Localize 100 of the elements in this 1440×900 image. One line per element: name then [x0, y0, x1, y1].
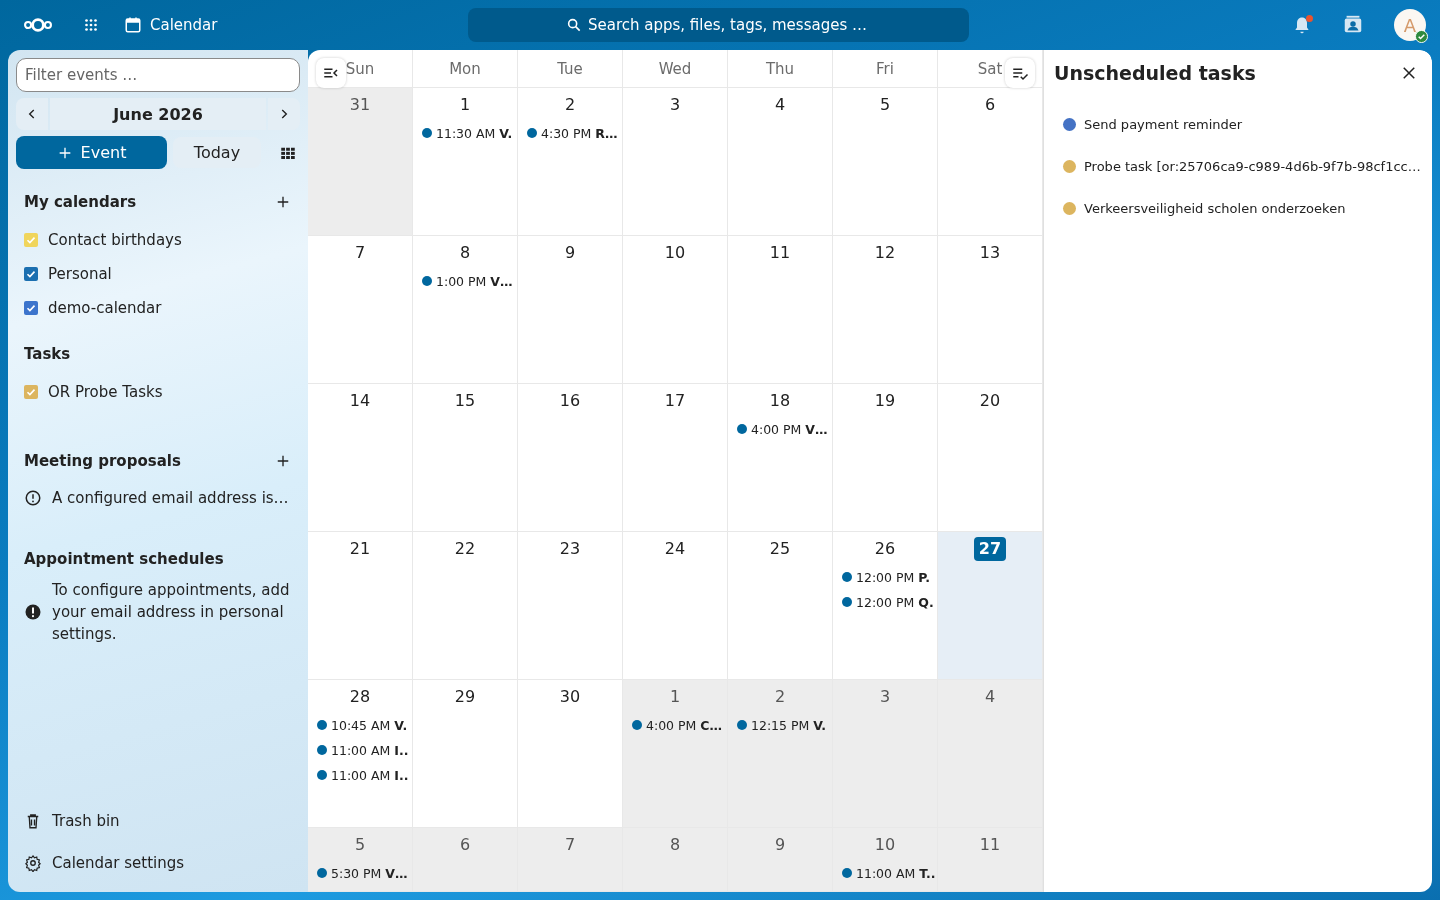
section-heading: Meeting proposals — [24, 452, 181, 470]
filter-events-field[interactable]: Filter events … — [16, 58, 300, 92]
day-cell[interactable]: 8 1:00 PM V… — [413, 236, 518, 384]
day-cell[interactable]: 15 — [413, 384, 518, 532]
day-number: 13 — [978, 242, 1002, 264]
day-number: 9 — [563, 242, 577, 264]
task-item[interactable]: Probe task [or:25706ca9-c989-4d6b-9f7b-98cf1cc… — [1084, 158, 1421, 174]
day-cell[interactable]: 18 4:00 PM V… — [728, 384, 833, 532]
app-grid-icon[interactable] — [82, 16, 100, 34]
day-cell[interactable]: 27 — [938, 532, 1043, 680]
panel-title: Unscheduled tasks — [1054, 62, 1256, 84]
close-icon[interactable] — [1400, 64, 1418, 82]
event-chip[interactable]: 5:30 PM V… — [317, 863, 412, 883]
day-cell[interactable]: 23 — [518, 532, 623, 680]
calendar-item[interactable]: Contact birthdays — [16, 223, 300, 257]
event-chip[interactable]: 11:00 AM T.. — [842, 863, 937, 883]
event-chip[interactable]: 12:15 PM V. — [737, 715, 832, 735]
day-cell[interactable]: 6 — [413, 828, 518, 892]
day-cell[interactable]: 31 — [308, 88, 413, 236]
day-cell[interactable]: 2 4:30 PM R… — [518, 88, 623, 236]
day-cell[interactable]: 10 11:00 AM T.. — [833, 828, 938, 892]
day-number: 2 — [773, 686, 787, 708]
day-number: 1 — [458, 94, 472, 116]
day-cell[interactable]: 1 4:00 PM C… — [623, 680, 728, 828]
day-cell[interactable]: 5 — [833, 88, 938, 236]
day-cell[interactable]: 4 — [728, 88, 833, 236]
day-number: 20 — [978, 390, 1002, 412]
day-cell[interactable]: 12 — [833, 236, 938, 384]
calendar-app-link[interactable]: Calendar — [124, 16, 218, 34]
day-cell[interactable]: 7 — [518, 828, 623, 892]
month-picker[interactable]: June 2026 — [50, 98, 266, 130]
day-number: 16 — [558, 390, 582, 412]
checkbox[interactable] — [24, 385, 38, 399]
day-number: 15 — [453, 390, 477, 412]
warning-icon — [24, 603, 42, 621]
day-cell[interactable]: 10 — [623, 236, 728, 384]
day-cell[interactable]: 19 — [833, 384, 938, 532]
day-cell[interactable]: 16 — [518, 384, 623, 532]
day-cell[interactable]: 5 5:30 PM V… — [308, 828, 413, 892]
toggle-sidebar-button[interactable] — [316, 58, 346, 88]
day-cell[interactable]: 3 — [833, 680, 938, 828]
event-chip[interactable]: 12:00 PM P. — [842, 567, 937, 587]
calendar-item[interactable]: Personal — [16, 257, 300, 291]
task-item[interactable]: Verkeersveiligheid scholen onderzoeken — [1084, 200, 1346, 216]
weekday-header: Tue — [518, 50, 623, 88]
day-cell[interactable]: 21 — [308, 532, 413, 680]
day-cell[interactable]: 11 — [728, 236, 833, 384]
checkbox[interactable] — [24, 267, 38, 281]
day-cell[interactable]: 9 — [728, 828, 833, 892]
day-cell[interactable]: 1 11:30 AM V. — [413, 88, 518, 236]
day-number: 4 — [773, 94, 787, 116]
event-chip[interactable]: 12:00 PM Q. — [842, 592, 937, 612]
new-event-button[interactable]: Event — [16, 136, 167, 169]
day-number: 11 — [768, 242, 792, 264]
day-cell[interactable]: 9 — [518, 236, 623, 384]
day-number: 7 — [563, 834, 577, 856]
checkbox[interactable] — [24, 233, 38, 247]
check-icon — [25, 268, 37, 280]
calendar-item[interactable]: demo-calendar — [16, 291, 300, 325]
day-cell[interactable]: 3 — [623, 88, 728, 236]
event-chip[interactable]: 10:45 AM V. — [317, 715, 412, 735]
day-number: 4 — [983, 686, 997, 708]
day-number: 24 — [663, 538, 687, 560]
task-item[interactable]: Send payment reminder — [1084, 116, 1243, 132]
section-heading: Tasks — [24, 345, 71, 363]
calendar-item[interactable]: OR Probe Tasks — [16, 375, 300, 409]
day-number: 31 — [348, 94, 372, 116]
notice-text: To configure appointments, add your email address in personal settings. — [52, 580, 291, 645]
event-chip[interactable]: 11:00 AM I.. — [317, 765, 412, 785]
day-cell[interactable]: 4 — [938, 680, 1043, 828]
event-chip[interactable]: 4:00 PM V… — [737, 419, 832, 439]
day-number: 5 — [353, 834, 367, 856]
day-number: 19 — [873, 390, 897, 412]
trash-link[interactable]: Trash bin — [16, 800, 300, 842]
day-number: 3 — [668, 94, 682, 116]
day-cell[interactable]: 2 12:15 PM V. — [728, 680, 833, 828]
notice-text: A configured email address is… — [52, 488, 289, 509]
event-chip[interactable]: 4:00 PM C… — [632, 715, 727, 735]
settings-link[interactable]: Calendar settings — [16, 842, 300, 884]
checkbox[interactable] — [24, 301, 38, 315]
day-number: 18 — [768, 390, 792, 412]
day-cell[interactable]: 11 — [938, 828, 1043, 892]
check-icon — [25, 234, 37, 246]
event-chip[interactable]: 11:30 AM V. — [422, 123, 517, 143]
toggle-tasks-button[interactable] — [1005, 58, 1035, 88]
day-number: 28 — [348, 686, 372, 708]
day-cell[interactable]: 14 — [308, 384, 413, 532]
day-number: 5 — [878, 94, 892, 116]
check-icon — [25, 302, 37, 314]
day-cell[interactable]: 8 — [623, 828, 728, 892]
event-chip[interactable]: 11:00 AM I.. — [317, 740, 412, 760]
day-cell[interactable]: 22 — [413, 532, 518, 680]
search-field[interactable]: Search apps, files, tags, messages … — [468, 8, 969, 42]
day-number: 11 — [978, 834, 1002, 856]
day-cell[interactable]: 7 — [308, 236, 413, 384]
event-chip[interactable]: 1:00 PM V… — [422, 271, 517, 291]
day-number: 7 — [353, 242, 367, 264]
today-button[interactable]: Today — [173, 137, 261, 168]
event-chip[interactable]: 4:30 PM R… — [527, 123, 622, 143]
day-cell[interactable]: 17 — [623, 384, 728, 532]
